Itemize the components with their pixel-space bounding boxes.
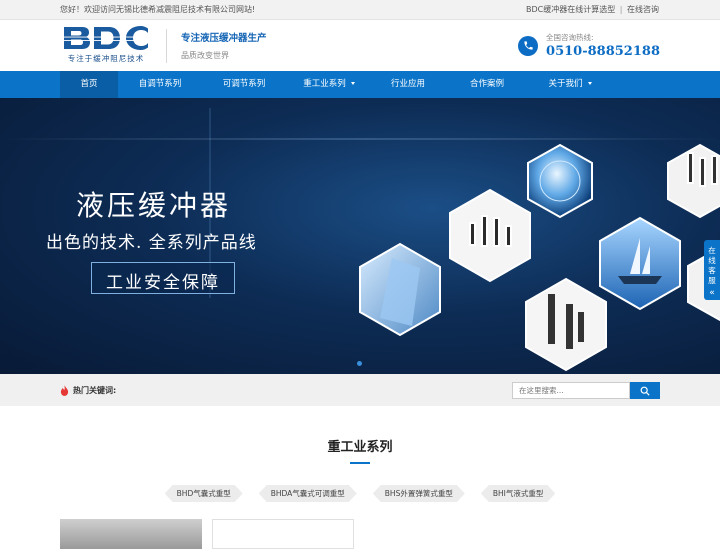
online-consult-link[interactable]: 在线咨询	[627, 5, 659, 14]
fire-icon	[60, 381, 69, 400]
header-divider	[166, 28, 167, 63]
nav-item[interactable]: 可调节系列	[202, 71, 286, 98]
hot-keywords-label: 热门关键词:	[73, 385, 117, 395]
online-service-tab[interactable]: 在线客服 «	[704, 240, 720, 300]
banner-tagline: 工业安全保障	[106, 273, 220, 293]
nav-item-label: 自调节系列	[138, 79, 182, 89]
hex-buffers-top	[667, 143, 720, 219]
logo-subtitle: 专注于缓冲阻尼技术	[67, 53, 145, 63]
hotline-block: 全国咨询热线: 0510-88852188	[518, 32, 660, 59]
search-bar: 热门关键词:	[0, 374, 720, 406]
caret-down-icon	[350, 82, 355, 85]
hex-ship	[599, 216, 681, 311]
phone-icon	[518, 35, 539, 56]
nav-item[interactable]: 自调节系列	[118, 71, 202, 98]
welcome-text: 您好！欢迎访问无锡比德希减震阻尼技术有限公司网站!	[60, 5, 256, 14]
hex-buildings	[359, 242, 441, 337]
nav-item[interactable]: 行业应用	[372, 71, 444, 98]
top-link-separator: |	[619, 5, 623, 14]
banner-subtitle: 出色的技术. 全系列产品线	[46, 233, 257, 253]
nav-item[interactable]: 合作案例	[444, 71, 530, 98]
nav-item-label: 首页	[80, 79, 98, 89]
category-tag[interactable]: BHDA气囊式可调重型	[259, 485, 357, 502]
hex-globe	[527, 143, 593, 219]
nav-item[interactable]: 首页	[60, 71, 118, 98]
product-thumb[interactable]	[60, 519, 202, 549]
banner-tagline-box: 工业安全保障	[91, 262, 235, 294]
product-thumb[interactable]	[212, 519, 354, 549]
search-button[interactable]	[630, 382, 660, 399]
caret-down-icon	[587, 82, 592, 85]
bdc-logo-mark	[64, 25, 148, 50]
nav-item-label: 行业应用	[390, 79, 425, 89]
top-bar: 您好！欢迎访问无锡比德希减震阻尼技术有限公司网站! BDC缓冲器在线计算选型 |…	[0, 0, 720, 20]
banner-title: 液压缓冲器	[76, 189, 232, 222]
category-tag[interactable]: BHS外置弹簧式重型	[373, 485, 465, 502]
nav-item[interactable]: 重工业系列	[286, 71, 372, 98]
hex-buffers-mid	[449, 188, 531, 283]
calc-selection-link[interactable]: BDC缓冲器在线计算选型	[526, 5, 615, 14]
nav-item-label: 合作案例	[469, 79, 504, 89]
slogan-main: 专注液压缓冲器生产	[181, 33, 267, 44]
top-links: BDC缓冲器在线计算选型 | 在线咨询	[525, 4, 660, 15]
nav-item-label: 关于我们	[548, 79, 583, 89]
section-title-underline	[350, 462, 370, 464]
section-title: 重工业系列	[327, 440, 393, 455]
carousel-dot[interactable]	[357, 361, 362, 366]
main-nav: 首页 自调节系列 可调节系列 重工业系列 行业应用 合作案例 关于我们	[0, 71, 720, 98]
slogan-sub: 品质改变世界	[181, 51, 229, 60]
site-logo[interactable]: 专注于缓冲阻尼技术	[60, 25, 152, 66]
slogan-block: 专注液压缓冲器生产 品质改变世界	[181, 30, 267, 61]
online-service-label: 在线客服	[708, 246, 716, 285]
search-input[interactable]	[512, 382, 630, 399]
hex-cylinders	[525, 277, 607, 372]
category-tags: BHD气囊式重型 BHDA气囊式可调重型 BHS外置弹簧式重型 BHI气液式重型	[0, 485, 720, 502]
category-tag[interactable]: BHD气囊式重型	[165, 485, 243, 502]
nav-item[interactable]: 关于我们	[530, 71, 610, 98]
chevron-left-icon: «	[709, 288, 715, 298]
nav-item-label: 可调节系列	[222, 79, 266, 89]
hotline-number[interactable]: 0510-88852188	[546, 44, 660, 59]
hotline-label: 全国咨询热线:	[546, 33, 594, 42]
search-icon	[640, 386, 650, 396]
category-tag[interactable]: BHI气液式重型	[481, 485, 556, 502]
site-header: 专注于缓冲阻尼技术 专注液压缓冲器生产 品质改变世界 全国咨询热线: 0510-…	[0, 20, 720, 71]
hero-banner[interactable]: 液压缓冲器 出色的技术. 全系列产品线 工业安全保障	[0, 98, 720, 374]
nav-item-label: 重工业系列	[303, 79, 346, 89]
